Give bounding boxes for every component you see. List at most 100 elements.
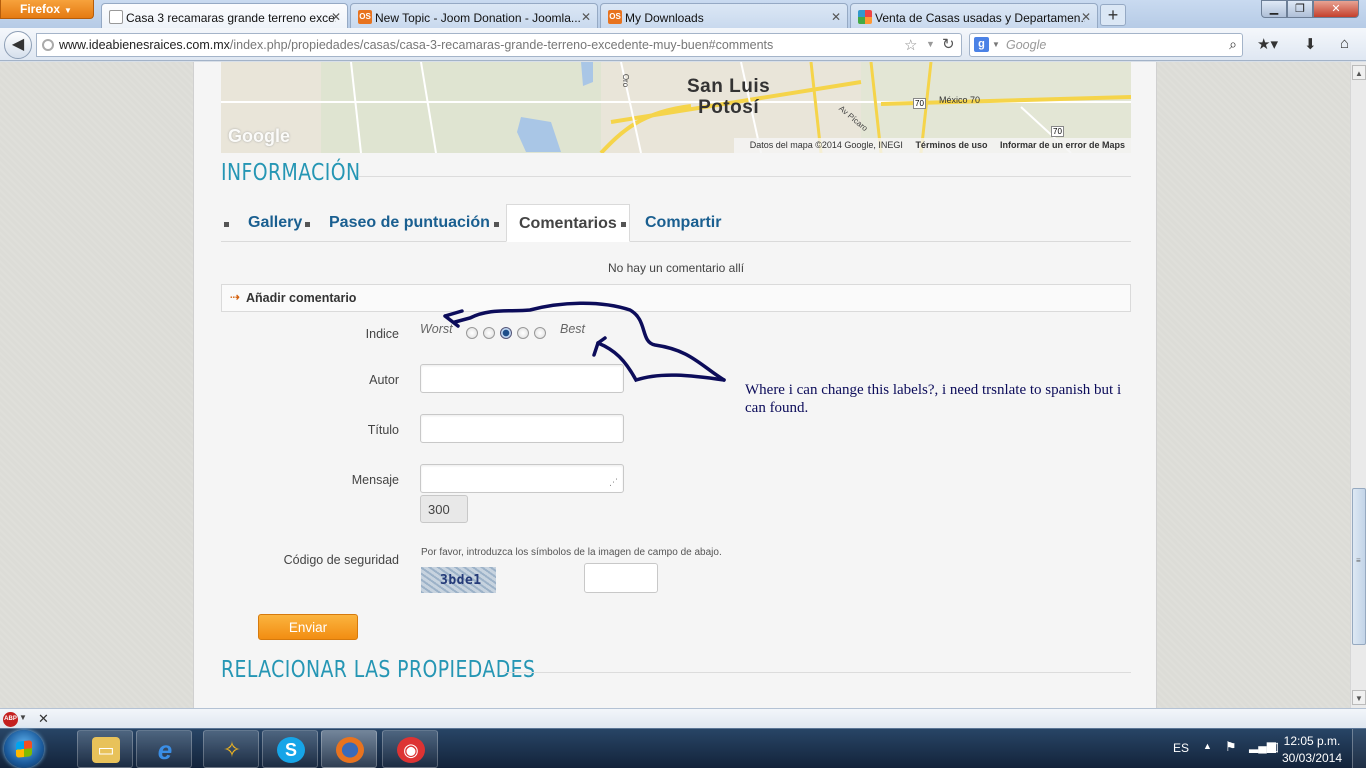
scroll-down-icon[interactable]: ▼ bbox=[1352, 690, 1366, 705]
taskbar-firefox[interactable] bbox=[321, 730, 377, 768]
google-icon[interactable]: g bbox=[974, 37, 989, 52]
submit-button[interactable]: Enviar bbox=[258, 614, 358, 640]
tab-comentarios[interactable]: Comentarios bbox=[506, 204, 630, 242]
map-data-credit: Datos del mapa ©2014 Google, INEGI bbox=[749, 140, 903, 150]
arrow-right-icon: ⇢ bbox=[230, 290, 241, 304]
close-icon[interactable]: ✕ bbox=[1081, 10, 1091, 24]
tab-bar: Firefox ▼ Casa 3 recamaras grande terreno… bbox=[0, 0, 1366, 28]
url-history-dropdown-icon[interactable]: ▼ bbox=[926, 39, 935, 49]
url-path: /index.php/propiedades/casas/casa-3-reca… bbox=[229, 38, 774, 52]
clock-time[interactable]: 12:05 p.m. bbox=[1283, 734, 1341, 748]
chevron-down-icon: ▼ bbox=[64, 6, 72, 15]
rating-radio-3[interactable] bbox=[500, 327, 512, 339]
add-comment-label: Añadir comentario bbox=[246, 291, 357, 305]
url-bar[interactable]: www.ideabienesraices.com.mx/index.php/pr… bbox=[36, 33, 962, 57]
bookmark-star-icon[interactable]: ☆ bbox=[904, 36, 917, 54]
page-viewport: San Luis Potosí 70 México 70 70 Av Pícar… bbox=[0, 62, 1350, 708]
rating-radio-5[interactable] bbox=[534, 327, 546, 339]
map-city-label: San Luis Potosí bbox=[687, 76, 770, 118]
addon-bar: ABP ▼ ✕ bbox=[0, 708, 1366, 728]
author-input[interactable] bbox=[420, 364, 624, 393]
close-icon[interactable]: ✕ bbox=[581, 10, 591, 24]
volume-icon[interactable]: ◁ bbox=[1268, 739, 1278, 755]
tab-gallery[interactable]: Gallery bbox=[248, 204, 302, 242]
show-desktop-button[interactable] bbox=[1352, 729, 1366, 768]
add-comment-toggle[interactable]: ⇢ Añadir comentario bbox=[221, 284, 1131, 312]
tab-title: New Topic - Joom Donation - Joomla... bbox=[375, 11, 581, 25]
map-footer: Datos del mapa ©2014 Google, INEGI Térmi… bbox=[733, 138, 1131, 153]
rating-radio-2[interactable] bbox=[483, 327, 495, 339]
chevron-down-icon[interactable]: ▼ bbox=[19, 713, 27, 722]
tab-compartir[interactable]: Compartir bbox=[645, 204, 721, 242]
tab-bullet bbox=[621, 222, 626, 227]
skype-icon: S bbox=[277, 737, 305, 763]
related-divider bbox=[504, 672, 1131, 673]
minimize-button[interactable]: ▁ bbox=[1261, 0, 1287, 18]
rating-radio-4[interactable] bbox=[517, 327, 529, 339]
resize-grip-icon[interactable]: ⋰ bbox=[609, 477, 618, 488]
message-textarea[interactable]: ⋰ bbox=[420, 464, 624, 493]
oro-label: Oro bbox=[621, 73, 631, 88]
show-hidden-icons-icon[interactable]: ▲ bbox=[1203, 741, 1212, 751]
maximize-button[interactable]: ❐ bbox=[1287, 0, 1313, 18]
annotation-note: Where i can change this labels?, i need … bbox=[745, 382, 1122, 416]
adblock-icon[interactable]: ABP bbox=[3, 712, 18, 727]
captcha-input[interactable] bbox=[584, 563, 658, 593]
rating-radio-1[interactable] bbox=[466, 327, 478, 339]
clock-date[interactable]: 30/03/2014 bbox=[1281, 751, 1343, 765]
start-button[interactable] bbox=[4, 730, 44, 768]
firefox-window: Firefox ▼ Casa 3 recamaras grande terreno… bbox=[0, 0, 1366, 768]
message-label: Mensaje bbox=[351, 473, 399, 487]
camera-icon: ◉ bbox=[397, 737, 425, 763]
tab-bullet bbox=[494, 222, 499, 227]
title-input[interactable] bbox=[420, 414, 624, 443]
tab-paseo[interactable]: Paseo de puntuación bbox=[329, 204, 490, 242]
security-code-label: Código de seguridad bbox=[283, 553, 399, 567]
close-icon[interactable]: ✕ bbox=[38, 711, 49, 727]
chevron-down-icon[interactable]: ▼ bbox=[992, 40, 1000, 49]
internet-explorer-icon: e bbox=[157, 735, 173, 765]
author-label: Autor bbox=[369, 373, 399, 387]
tab-new-topic[interactable]: OS New Topic - Joom Donation - Joomla...… bbox=[350, 3, 598, 28]
tab-my-downloads[interactable]: OS My Downloads ✕ bbox=[600, 3, 848, 28]
vertical-scrollbar[interactable]: ▲ ≡ ▼ bbox=[1350, 62, 1366, 708]
taskbar-explorer[interactable]: ▭ bbox=[77, 730, 133, 768]
url-host: www.ideabienesraices.com.mx bbox=[59, 38, 230, 52]
tools-icon: ✧ bbox=[222, 737, 242, 762]
title-label: Título bbox=[367, 423, 399, 437]
bookmarks-icon[interactable]: ★▾ bbox=[1257, 35, 1278, 53]
language-indicator[interactable]: ES bbox=[1173, 741, 1189, 755]
map-report-link[interactable]: Informar de un error de Maps bbox=[1000, 140, 1125, 150]
window-close-button[interactable]: ✕ bbox=[1313, 0, 1359, 18]
map-city-line1: San Luis bbox=[687, 76, 771, 97]
action-center-icon[interactable]: ⚑ bbox=[1225, 739, 1237, 755]
scrollbar-thumb[interactable]: ≡ bbox=[1352, 488, 1366, 645]
tab-title: My Downloads bbox=[625, 11, 704, 25]
tab-casa[interactable]: Casa 3 recamaras grande terreno exce... … bbox=[101, 3, 348, 28]
taskbar-skype[interactable]: S bbox=[262, 730, 318, 768]
tab-venta-casas[interactable]: Venta de Casas usadas y Departamen... ✕ bbox=[850, 3, 1098, 28]
rating-best-label: Best bbox=[560, 322, 586, 336]
map-terms-link[interactable]: Términos de uso bbox=[915, 140, 987, 150]
tab-title: Casa 3 recamaras grande terreno exce... bbox=[126, 11, 336, 25]
home-icon[interactable]: ⌂ bbox=[1340, 35, 1349, 52]
taskbar-screenshot[interactable]: ◉ bbox=[382, 730, 438, 768]
google-map[interactable]: San Luis Potosí 70 México 70 70 Av Pícar… bbox=[221, 62, 1131, 153]
search-placeholder: Google bbox=[1006, 38, 1047, 52]
reload-icon[interactable]: ↻ bbox=[942, 35, 955, 53]
search-bar[interactable]: g ▼ Google ⌕ bbox=[969, 33, 1243, 57]
mexico-70-label: México 70 bbox=[939, 95, 981, 105]
close-icon[interactable]: ✕ bbox=[831, 10, 841, 24]
info-divider bbox=[358, 176, 1131, 177]
windows-logo-icon bbox=[16, 740, 32, 758]
search-icon[interactable]: ⌕ bbox=[1229, 36, 1237, 53]
download-icon[interactable]: ⬇ bbox=[1304, 35, 1317, 53]
scroll-up-icon[interactable]: ▲ bbox=[1352, 65, 1366, 80]
taskbar-internet-explorer[interactable]: e bbox=[136, 730, 192, 768]
new-tab-button[interactable]: + bbox=[1100, 4, 1126, 26]
taskbar-tools[interactable]: ✧ bbox=[203, 730, 259, 768]
close-icon[interactable]: ✕ bbox=[331, 10, 341, 24]
firefox-menu-button[interactable]: Firefox ▼ bbox=[0, 0, 94, 19]
back-button[interactable]: ◀ bbox=[4, 31, 32, 59]
firefox-icon bbox=[336, 737, 364, 763]
